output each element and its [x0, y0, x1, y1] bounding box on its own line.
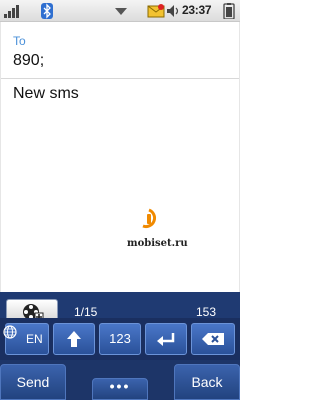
bluetooth-icon — [41, 3, 53, 19]
recipient-label: To — [13, 34, 26, 48]
globe-icon — [3, 325, 17, 339]
dropdown-arrow-icon[interactable] — [113, 3, 129, 19]
numeric-key[interactable]: 123 — [99, 323, 141, 355]
shift-arrow-icon — [67, 331, 81, 347]
send-button[interactable]: Send — [0, 364, 66, 400]
speaker-icon — [167, 5, 179, 17]
enter-icon — [157, 333, 175, 346]
message-body[interactable]: New sms — [13, 85, 79, 103]
compose-area: To 890; New sms mobiset.ru — [0, 22, 240, 292]
enter-key[interactable] — [145, 323, 187, 355]
softkey-bar: Send ••• Back — [0, 360, 240, 400]
back-button[interactable]: Back — [174, 364, 240, 400]
divider — [1, 78, 239, 79]
watermark-text: mobiset.ru — [127, 238, 188, 249]
signal-icon — [4, 3, 22, 19]
keyboard-row: EN 123 — [0, 318, 240, 360]
battery-icon — [223, 3, 235, 19]
watermark-logo-icon — [142, 208, 157, 229]
more-options-button[interactable]: ••• — [92, 378, 148, 400]
recipient-field[interactable]: 890; — [13, 52, 44, 70]
page-counter: 1/15 — [74, 305, 98, 319]
language-key[interactable]: EN — [3, 323, 49, 355]
language-label: EN — [26, 332, 43, 346]
char-counter: 153 — [196, 305, 217, 319]
status-bar: 23:37 — [0, 0, 240, 22]
backspace-key[interactable] — [191, 323, 235, 355]
clock: 23:37 — [182, 3, 212, 17]
shift-key[interactable] — [53, 323, 95, 355]
new-message-icon — [147, 4, 165, 18]
backspace-icon — [202, 333, 224, 345]
